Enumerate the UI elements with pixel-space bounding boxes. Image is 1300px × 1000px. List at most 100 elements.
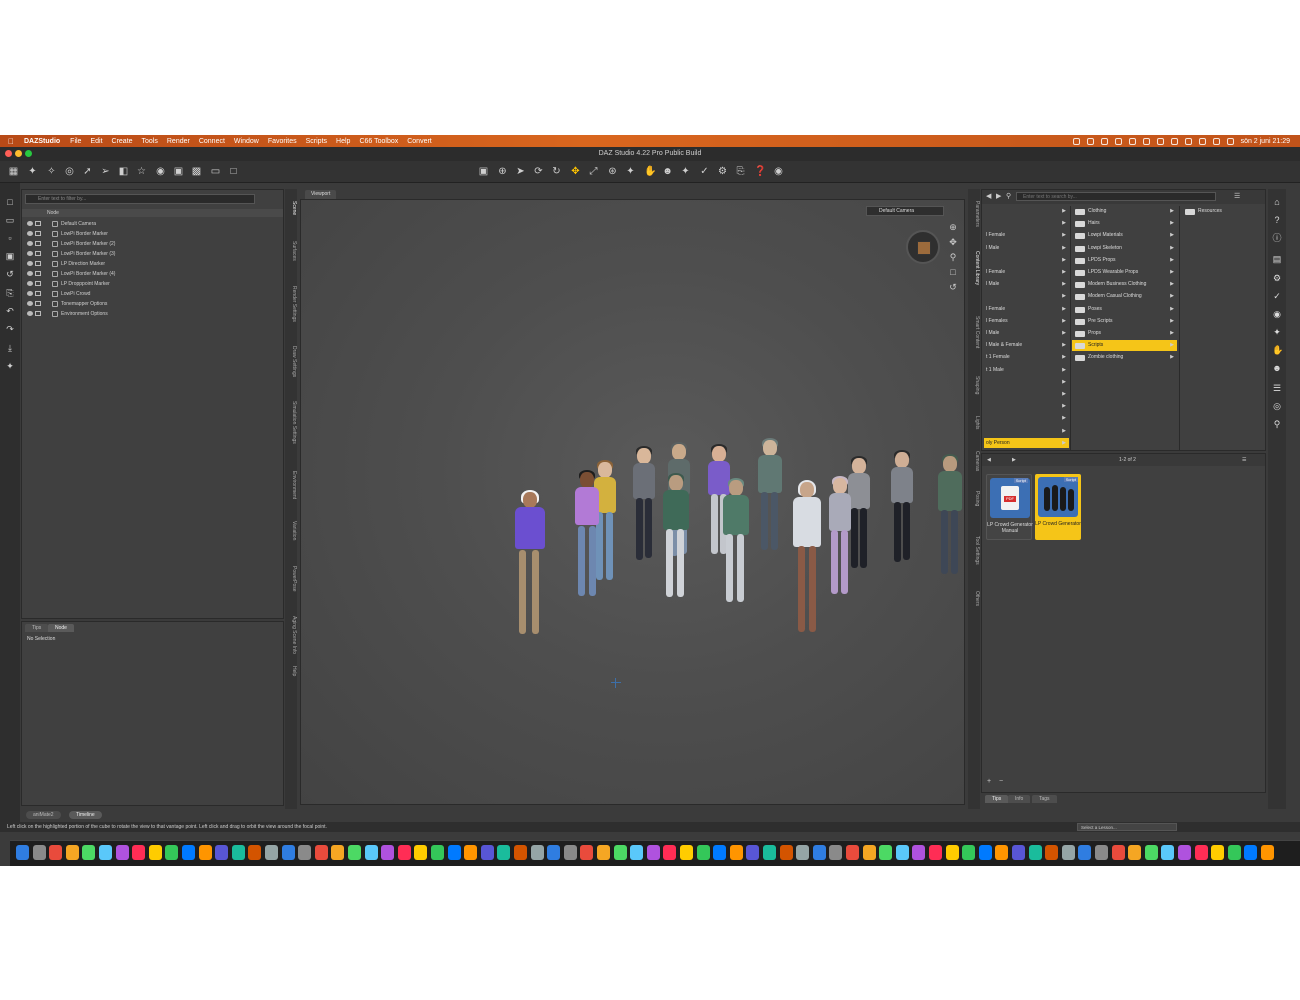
expand-arrow-icon[interactable]: ▶ [1170,218,1174,229]
hand-pose-icon[interactable]: ✋ [644,166,656,177]
remove-icon[interactable]: − [999,778,1003,785]
dock-app-icon[interactable] [16,845,29,860]
dock-app-icon[interactable] [962,845,976,860]
dock-app-icon[interactable] [912,845,926,860]
expand-arrow-icon[interactable]: ▶ [1062,279,1066,289]
content-folder-row[interactable]: Resources [1182,206,1262,217]
search-icon[interactable]: ⚲ [1006,192,1011,200]
select-box-icon[interactable] [35,261,41,266]
dock-app-icon[interactable] [713,845,727,860]
dock-app-icon[interactable] [547,845,561,860]
eye-icon[interactable] [27,311,33,316]
dock-app-icon[interactable] [331,845,345,860]
drop-figure-icon[interactable]: ⤓ [5,343,15,353]
new-file-icon[interactable]: □ [5,197,15,207]
eye-icon[interactable] [27,231,33,236]
eye-icon[interactable] [27,251,33,256]
content-category-row[interactable]: l Male & Female ▶ [984,340,1069,350]
dock-app-icon[interactable] [1161,845,1175,860]
content-category-row[interactable]: ▶ [984,218,1069,228]
vtab-powerpose[interactable]: PowerPose [285,564,297,592]
content-folder-row[interactable]: LPDS Wearable Props ▶ [1072,267,1177,278]
geometry-editor-icon[interactable]: ◎ [64,166,75,177]
content-folder-row[interactable]: Lowpi Skeleton ▶ [1072,243,1177,254]
expand-arrow-icon[interactable]: ▶ [1170,206,1174,217]
scene-node-row[interactable]: Tonemapper Options [22,299,283,309]
content-folder-row[interactable]: Scripts ▶ [1072,340,1177,352]
whats-this-icon[interactable]: ? [1272,215,1282,225]
expand-arrow-icon[interactable]: ▶ [1170,279,1174,290]
menu-connect[interactable]: Connect [199,138,225,145]
dock-app-icon[interactable] [696,845,710,860]
content-folder-row[interactable]: Zombie clothing ▶ [1072,352,1177,363]
active-pose-icon[interactable]: ⊛ [607,166,618,177]
vtab-cameras[interactable]: Cameras [968,449,980,471]
vtab-environment[interactable]: Environment [285,469,297,499]
hand-icon[interactable]: ✋ [1272,345,1283,355]
rotate-tool-icon[interactable]: ⟳ [533,166,544,177]
pan-icon[interactable]: ✥ [948,237,958,247]
dock-app-icon[interactable] [314,845,328,860]
dock-app-icon[interactable] [563,845,577,860]
dock-app-icon[interactable] [198,845,212,860]
dock-app-icon[interactable] [464,845,478,860]
expand-arrow-icon[interactable]: ▶ [1062,377,1066,387]
content-category-row[interactable]: l Females ▶ [984,316,1069,326]
expand-arrow-icon[interactable]: ▶ [1062,328,1066,338]
expand-arrow-icon[interactable]: ▶ [1062,316,1066,326]
vtab-scene[interactable]: Scene [285,199,297,215]
close-window-button[interactable] [5,150,12,157]
dropbox-icon[interactable] [1114,137,1122,145]
dock-app-icon[interactable] [348,845,361,860]
content-category-row[interactable]: ▶ [984,401,1069,411]
dock-app-icon[interactable] [580,845,594,860]
expand-arrow-icon[interactable]: ▶ [1170,316,1174,327]
pin-icon[interactable]: ➚ [82,166,93,177]
content-category-row[interactable]: l Female ▶ [984,267,1069,277]
wifi-icon[interactable] [1184,137,1192,145]
tab-viewport[interactable]: Viewport [305,190,337,199]
dock-app-icon[interactable] [231,845,245,860]
expand-arrow-icon[interactable]: ▶ [1170,291,1174,302]
scene-node-row[interactable]: Environment Options [22,309,283,319]
dock-app-icon[interactable] [397,845,411,860]
tab-tips-right[interactable]: Tips [985,795,1009,803]
menu-render[interactable]: Render [167,138,190,145]
back-icon[interactable]: ◀ [986,192,991,200]
vtab-variation[interactable]: Variation [285,519,297,540]
dock-app-icon[interactable] [680,845,693,860]
scene-filter-input[interactable]: Enter text to filter by... [25,194,255,204]
vtab-lights[interactable]: Lights [968,414,980,429]
dock-app-icon[interactable] [1261,845,1274,860]
eye-icon[interactable] [27,221,33,226]
tab-tags[interactable]: Tags [1032,795,1057,803]
universal-tool-icon[interactable]: ⊕ [497,166,508,177]
expand-arrow-icon[interactable]: ▶ [1062,438,1066,448]
minimize-window-button[interactable] [15,150,22,157]
export-file-icon[interactable]: ⎘ [5,288,15,298]
content-folder-row[interactable]: Poses ▶ [1072,304,1177,315]
dock-app-icon[interactable] [1178,845,1191,860]
dock-app-icon[interactable] [929,845,942,860]
dock-app-icon[interactable] [99,845,112,860]
dock-app-icon[interactable] [746,845,760,860]
tools-icon[interactable]: ⚙ [717,166,728,177]
dock-app-icon[interactable] [82,845,96,860]
select-box-icon[interactable] [35,241,41,246]
dock-app-icon[interactable] [1128,845,1142,860]
region-tool-icon[interactable]: ☆ [136,166,147,177]
dock-app-icon[interactable] [597,845,610,860]
expand-arrow-icon[interactable]: ▶ [1062,389,1066,399]
menu-tools[interactable]: Tools [142,138,158,145]
dock-app-icon[interactable] [480,845,494,860]
content-search-input[interactable]: Enter text to search by... [1016,192,1216,201]
vtab-aging-scene-info[interactable]: Aging Scene Info [285,614,297,654]
people-icon[interactable]: ☻ [662,166,673,177]
expand-arrow-icon[interactable]: ▶ [1062,352,1066,362]
merge-file-icon[interactable]: ▫ [5,233,15,243]
zoom-window-button[interactable] [25,150,32,157]
expand-arrow-icon[interactable]: ▶ [1170,340,1174,351]
search-icon[interactable] [1212,137,1220,145]
camera-icon[interactable]: ◉ [773,166,784,177]
dock-app-icon[interactable] [729,845,743,860]
